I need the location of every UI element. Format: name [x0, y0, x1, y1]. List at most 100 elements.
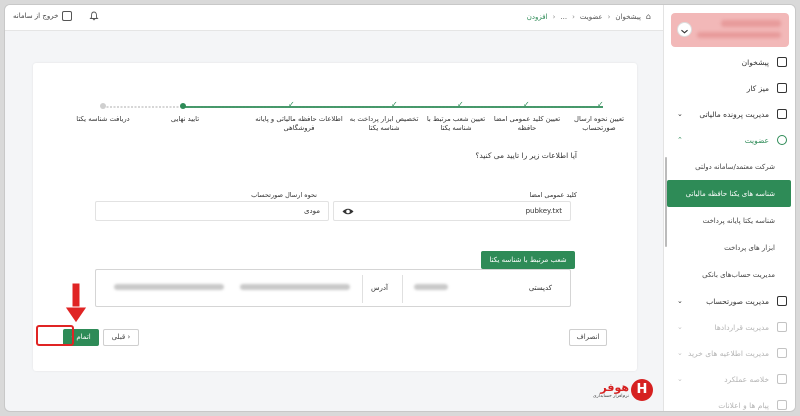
breadcrumb-current: افزودن — [526, 12, 548, 21]
postal-code-redacted — [414, 284, 448, 290]
notification-bell-icon[interactable] — [89, 11, 99, 21]
annotation-arrow-icon — [64, 282, 88, 324]
chevron-down-icon: ⌄ — [677, 375, 683, 383]
sidebar-subitem-trusted-company[interactable]: شرکت معتمد/سامانه دولتی — [663, 153, 795, 180]
breadcrumb-separator: ‹ — [607, 12, 611, 21]
invoice-icon — [777, 296, 787, 306]
brand-logo: هوفر نرم‌افزار حسابداری H — [573, 379, 653, 403]
breadcrumb: ⌂ پیشخوان ‹ عضویت ‹ ... ‹ افزودن — [527, 12, 651, 21]
logout-button[interactable]: خروج از سامانه — [13, 11, 73, 21]
chevron-down-icon: ⌄ — [677, 323, 683, 331]
membership-icon — [777, 135, 787, 145]
app-window: خروج از سامانه ⌂ پیشخوان ‹ عضویت ‹ ... ‹… — [4, 4, 796, 412]
sidebar-item-label: مدیریت صورتحساب — [706, 296, 769, 306]
step-pending-dot — [100, 103, 106, 109]
stepper: ✓ ✓ ✓ ✓ ✓ تعیین نحوه ارسال صورتحساب تعیی… — [73, 100, 624, 141]
sidebar-item-label: میز کار — [746, 83, 769, 93]
public-key-label: کلید عمومی امضا — [529, 191, 577, 199]
logo-mark-icon: H — [631, 379, 653, 401]
home-icon[interactable]: ⌂ — [646, 12, 651, 21]
divider — [362, 275, 363, 303]
purchase-icon — [777, 348, 787, 358]
logout-label: خروج از سامانه — [13, 12, 59, 20]
message-icon — [777, 400, 787, 410]
branch-row: کدپستی آدرس — [95, 269, 571, 307]
eye-icon[interactable] — [342, 207, 354, 216]
contract-icon — [777, 322, 787, 332]
finish-button-highlight — [36, 325, 74, 346]
logo-name: هوفر — [600, 381, 629, 394]
sidebar-item-invoices[interactable]: مدیریت صورتحساب ⌄ — [663, 288, 795, 314]
sidebar-item-desk[interactable]: میز کار — [663, 75, 795, 101]
previous-label: قبلی — [111, 333, 126, 341]
sidebar-item-summary[interactable]: خلاصه عملکرد ⌄ — [663, 366, 795, 392]
public-key-value: pubkey.txt — [525, 207, 562, 215]
sidebar-item-tax-file[interactable]: مدیریت پرونده مالیاتی ⌄ — [663, 101, 795, 127]
sidebar-subitem-payment-tools[interactable]: ابزار های پرداخت — [663, 234, 795, 261]
step-current-dot — [180, 103, 186, 109]
sidebar-scrollbar[interactable] — [665, 157, 667, 247]
sidebar-nav: پیشخوان میز کار مدیریت پرونده مالیاتی ⌄ … — [663, 49, 795, 411]
sidebar-item-messages[interactable]: پیام ها و اعلانات — [663, 392, 795, 411]
public-key-field[interactable]: pubkey.txt — [333, 201, 571, 221]
home-icon — [777, 57, 787, 67]
user-info-redacted — [697, 32, 781, 38]
chevron-down-icon: ⌄ — [677, 349, 683, 357]
chevron-down-icon: ⌄ — [677, 297, 683, 305]
logout-icon — [62, 11, 73, 21]
address-redacted — [114, 284, 224, 290]
step-check-icon: ✓ — [597, 100, 604, 109]
sidebar-item-label: مدیریت پرونده مالیاتی — [699, 109, 769, 119]
sidebar-item-label: مدیریت قراردادها — [714, 322, 769, 332]
step-label: تعیین کلید عمومی امضا حافظه — [493, 115, 561, 132]
sidebar-subitem-memory-ids[interactable]: شناسه های یکتا حافظه مالیاتی — [667, 180, 791, 207]
branch-postal-code-label: کدپستی — [528, 284, 552, 292]
sidebar-item-dashboard[interactable]: پیشخوان — [663, 49, 795, 75]
desk-icon — [777, 83, 787, 93]
step-check-icon: ✓ — [391, 100, 398, 109]
step-check-icon: ✓ — [523, 100, 530, 109]
logo-tagline: نرم‌افزار حسابداری — [593, 394, 629, 399]
sidebar-item-membership[interactable]: عضویت ⌃ — [663, 127, 795, 153]
breadcrumb-separator: ‹ — [572, 12, 575, 21]
step-check-icon: ✓ — [288, 100, 295, 109]
sidebar: پیشخوان میز کار مدیریت پرونده مالیاتی ⌄ … — [663, 5, 795, 411]
step-label: دریافت شناسه یکتا — [76, 115, 130, 123]
sidebar-item-label: عضویت — [744, 135, 769, 145]
related-branches-tab[interactable]: شعب مرتبط با شناسه یکتا — [481, 251, 575, 269]
previous-button[interactable]: ‹ قبلی — [103, 329, 139, 346]
sidebar-item-contracts[interactable]: مدیریت قراردادها ⌄ — [663, 314, 795, 340]
finish-label: اتمام — [76, 333, 91, 341]
chevron-right-icon: ‹ — [125, 333, 131, 341]
user-name-redacted — [721, 20, 781, 27]
step-label: تعیین شعب مرتبط با شناسه یکتا — [426, 115, 486, 132]
send-method-value: مودی — [304, 207, 320, 215]
breadcrumb-membership[interactable]: عضویت — [580, 13, 603, 21]
sidebar-subitem-terminal-id[interactable]: شناسه یکتا پایانه پرداخت — [663, 207, 795, 234]
top-bar: خروج از سامانه ⌂ پیشخوان ‹ عضویت ‹ ... ‹… — [5, 5, 665, 31]
sidebar-item-label: پیام ها و اعلانات — [718, 400, 769, 410]
file-icon — [777, 109, 787, 119]
sidebar-item-purchase-notices[interactable]: مدیریت اطلاعیه های خرید ⌄ — [663, 340, 795, 366]
sidebar-item-label: پیشخوان — [741, 57, 769, 67]
chevron-down-icon[interactable] — [677, 22, 692, 37]
send-method-field[interactable]: مودی — [95, 201, 329, 221]
divider — [402, 275, 403, 303]
breadcrumb-ellipsis[interactable]: ... — [560, 13, 567, 21]
branch-address-label: آدرس — [371, 284, 388, 292]
breadcrumb-home[interactable]: پیشخوان — [615, 13, 641, 21]
breadcrumb-separator: ‹ — [552, 12, 556, 21]
sidebar-subitem-bank-accounts[interactable]: مدیریت حساب‌های بانکی — [663, 261, 795, 288]
chevron-down-icon: ⌄ — [677, 110, 683, 118]
step-label: تایید نهایی — [170, 115, 200, 123]
cancel-button[interactable]: انصراف — [569, 329, 607, 346]
step-label: تعیین نحوه ارسال صورتحساب — [574, 115, 624, 132]
user-profile-box[interactable] — [671, 13, 789, 47]
send-method-label: نحوه ارسال صورتحساب — [251, 191, 317, 199]
step-label: تخصیص ابزار پرداخت به شناسه یکتا — [349, 115, 419, 132]
confirmation-question: آیا اطلاعات زیر را تایید می کنید؟ — [475, 151, 577, 160]
step-label: اطلاعات حافظه مالیاتی و پایانه فروشگاهی — [255, 115, 343, 132]
sidebar-item-label: مدیریت اطلاعیه های خرید — [688, 348, 769, 358]
wizard-card: ✓ ✓ ✓ ✓ ✓ تعیین نحوه ارسال صورتحساب تعیی… — [33, 63, 637, 371]
summary-icon — [777, 374, 787, 384]
